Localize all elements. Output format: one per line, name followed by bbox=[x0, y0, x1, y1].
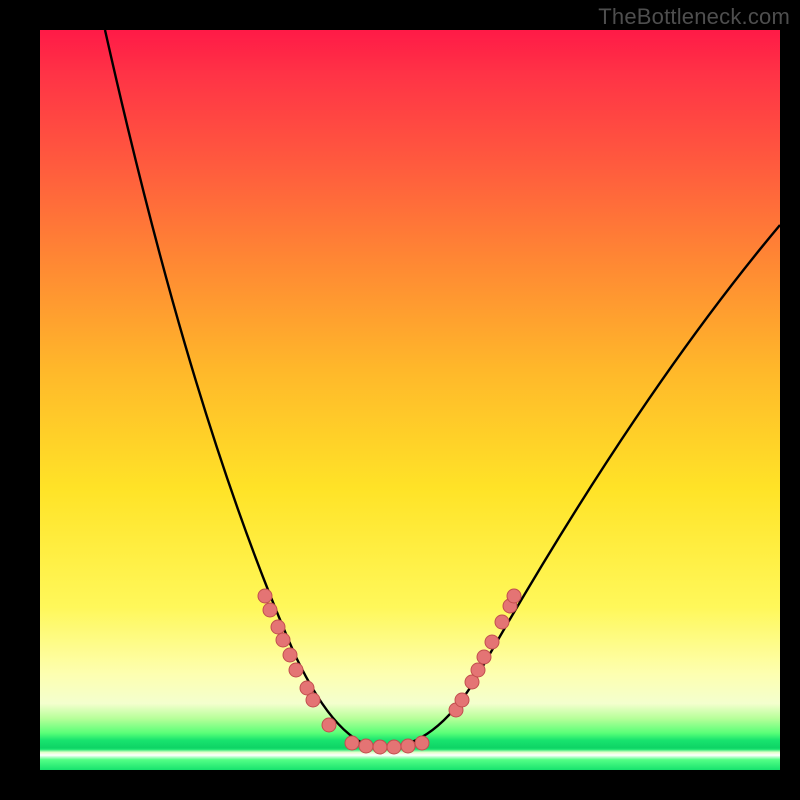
gradient-plot-area bbox=[40, 30, 780, 770]
beads-right bbox=[449, 589, 521, 717]
beads-bottom bbox=[345, 736, 429, 754]
watermark-text: TheBottleneck.com bbox=[598, 4, 790, 30]
outer-frame: TheBottleneck.com bbox=[0, 0, 800, 800]
curve-path bbox=[105, 30, 780, 748]
bottleneck-curve bbox=[40, 30, 780, 770]
